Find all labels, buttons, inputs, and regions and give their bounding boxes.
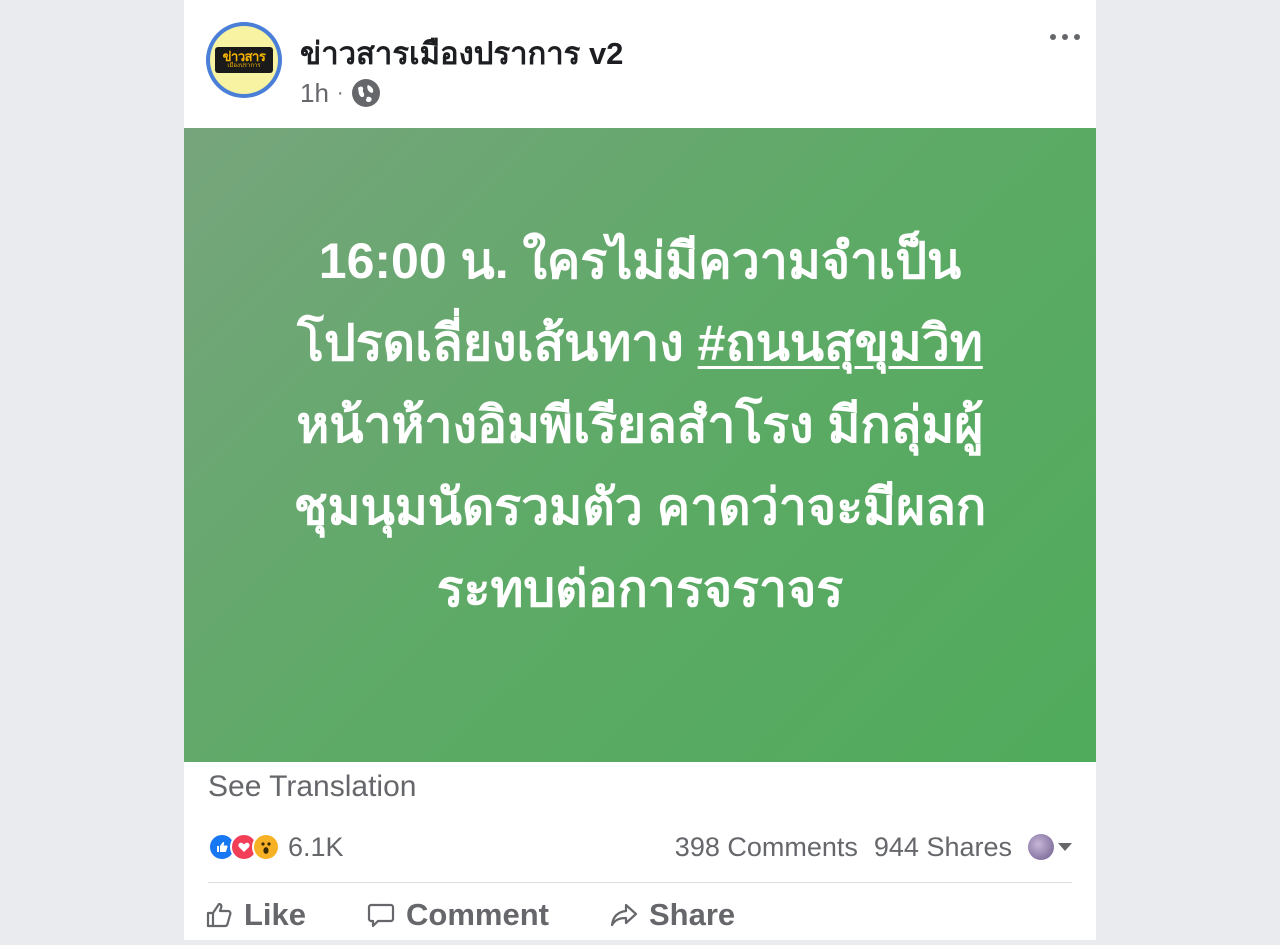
page-avatar[interactable]: ข่าวสาร เมืองปราการ	[206, 22, 282, 98]
shares-count[interactable]: 944 Shares	[874, 832, 1012, 863]
comment-button[interactable]: Comment	[366, 897, 549, 933]
post-image[interactable]: 16:00 น. ใครไม่มีความจำเป็น โปรดเลี่ยงเส…	[184, 128, 1096, 762]
see-translation-link[interactable]: See Translation	[208, 770, 416, 804]
post-image-text: 16:00 น. ใครไม่มีความจำเป็น โปรดเลี่ยงเส…	[240, 220, 1040, 630]
avatar-logo: ข่าวสาร เมืองปราการ	[215, 47, 273, 73]
image-text-line2: โปรดเลี่ยงเส้นทาง #ถนนสุขุมวิท	[240, 302, 1040, 384]
comment-label: Comment	[406, 897, 549, 932]
avatar-logo-text: ข่าวสาร	[222, 49, 266, 64]
engagement-bar: 6.1K 398 Comments 944 Shares	[208, 826, 1072, 868]
share-button[interactable]: Share	[609, 897, 735, 933]
image-text-line1: 16:00 น. ใครไม่มีความจำเป็น	[318, 233, 962, 289]
avatar-background: ข่าวสาร เมืองปราการ	[210, 26, 278, 94]
image-text-line2-prefix: โปรดเลี่ยงเส้นทาง	[297, 315, 698, 371]
post-card: ข่าวสาร เมืองปราการ ข่าวสารเมืองปราการ v…	[184, 0, 1096, 940]
like-button[interactable]: Like	[204, 897, 306, 933]
page-name[interactable]: ข่าวสารเมืองปราการ v2	[300, 28, 623, 78]
engagement-counts: 398 Comments 944 Shares	[675, 832, 1072, 863]
image-text-line3: หน้าห้างอิมพีเรียลสำโรง มีกลุ่มผู้	[296, 397, 984, 453]
like-label: Like	[244, 897, 307, 932]
viewer-avatar[interactable]	[1028, 834, 1054, 860]
post-header: ข่าวสาร เมืองปราการ ข่าวสารเมืองปราการ v…	[184, 0, 1096, 128]
comment-bubble-icon	[367, 903, 395, 928]
share-arrow-icon	[610, 903, 638, 927]
reaction-icons	[208, 833, 280, 861]
post-meta: 1h ·	[300, 76, 380, 110]
share-label: Share	[648, 897, 736, 932]
post-timestamp[interactable]: 1h	[300, 78, 329, 109]
more-options-icon[interactable]	[1050, 24, 1080, 50]
post-actions: Like Comment Share	[204, 890, 795, 940]
wow-icon	[252, 833, 280, 861]
hashtag-link[interactable]: #ถนนสุขุมวิท	[698, 315, 983, 371]
actions-divider	[208, 882, 1072, 883]
thumbs-up-icon	[206, 902, 232, 928]
avatar-logo-subtext: เมืองปราการ	[227, 63, 261, 69]
reaction-count: 6.1K	[288, 831, 344, 862]
comments-count[interactable]: 398 Comments	[675, 832, 858, 863]
reactions-summary[interactable]: 6.1K	[208, 832, 344, 863]
image-text-line5: ระทบต่อการจราจร	[436, 561, 844, 617]
caret-down-icon[interactable]	[1058, 843, 1072, 851]
globe-icon	[351, 79, 380, 107]
image-text-line4: ชุมนุมนัดรวมตัว คาดว่าจะมีผลก	[293, 479, 987, 535]
meta-separator: ·	[336, 81, 344, 104]
